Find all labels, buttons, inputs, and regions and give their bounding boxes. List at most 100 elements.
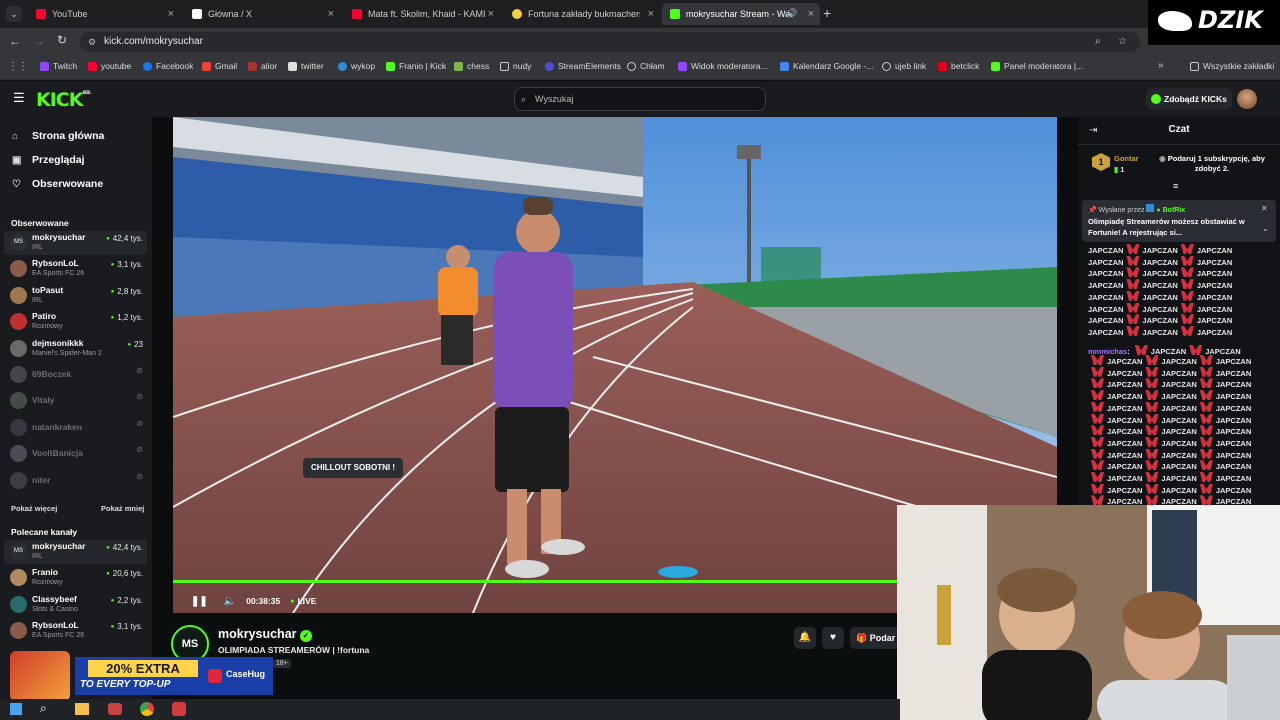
taskbar-search-icon[interactable]: ⌕ [40,701,47,716]
gift-sub-prompt[interactable]: ◉ Podaruj 1 subskrypcję, aby zdobyć 2. [1148,154,1276,174]
bookmark-item[interactable]: Chłam [627,61,665,71]
sidebar-channel-franio[interactable]: FranioRozmowy 20,6 tys. [4,566,147,590]
browser-tab-active[interactable]: mokrysuchar Stream - Wat 🔊 × [662,3,820,25]
streamer-name[interactable]: mokrysuchar ✓ [218,627,312,642]
nav-home[interactable]: ⌂ Strona główna [12,130,104,142]
show-more-link[interactable]: Pokaż więcej [11,504,57,513]
bookmark-item[interactable]: Franio | Kick [386,61,446,71]
close-tab-icon[interactable]: × [648,8,654,20]
volume-icon[interactable]: 🔈 [224,596,236,607]
bookmark-star-icon[interactable]: ☆ [1118,32,1127,52]
menu-icon[interactable]: ☰ [13,90,25,106]
bookmark-item[interactable]: betclick [938,61,979,71]
browser-tab[interactable]: Mata ft. Skolim, Khaid - KAMIK × [344,3,500,25]
w-emote-icon [1126,267,1140,278]
chat-word: JAPCZAN [1107,427,1143,437]
chat-word: JAPCZAN [1215,485,1252,495]
bookmark-label: wykop [351,61,376,71]
bookmark-item[interactable]: chess [454,61,489,71]
get-kicks-button[interactable]: Zdobądź KICKs [1146,88,1232,110]
bookmark-item[interactable]: nudy [500,61,531,71]
url-field[interactable]: ⚙ kick.com/mokrysuchar ⌕ ☆ [80,32,1140,52]
close-tab-icon[interactable]: × [488,8,494,20]
sidebar-channel-vitaly[interactable]: Vitaly ⊘ [4,389,147,413]
kick-icon [386,61,395,71]
bookmark-item[interactable]: StreamElements [545,61,621,71]
file-explorer-icon[interactable] [75,703,89,715]
tab-label: mokrysuchar Stream - Wat [686,9,793,19]
browser-tab[interactable]: Fortuna zakłady bukmacherskie × [504,3,660,25]
kick-logo[interactable]: KICKBETA [36,89,91,111]
zoom-icon[interactable]: ⌕ [1095,32,1101,52]
nav-browse[interactable]: ▣ Przeglądaj [12,154,85,166]
w-emote-icon [1199,366,1213,377]
taskbar-app-icon[interactable] [108,703,122,715]
nav-following[interactable]: ♡ Obserwowane [12,178,103,190]
chat-word: JAPCZAN [1142,246,1178,255]
sidebar-channel-classybeef[interactable]: ClassybeefSlots & Casino 2,2 tys. [4,593,147,617]
bookmark-item[interactable]: Twitch [40,61,77,71]
sidebar-channel-natankraken[interactable]: natankraken ⊘ [4,416,147,440]
gift-leader-name[interactable]: Gontar [1114,154,1139,163]
bookmark-item[interactable]: ujeb link [882,61,926,71]
bookmark-item[interactable]: wykop [338,61,375,71]
back-icon[interactable]: ← [9,34,21,48]
sidebar-channel-rybsonlol[interactable]: RybsonLoLEA Sports FC 26 3,1 tys. [4,619,147,643]
bookmark-item[interactable]: youtube [88,61,131,71]
show-less-link[interactable]: Pokaż mniej [101,504,144,513]
speaker-icon[interactable]: 🔊 [786,8,797,19]
casehug-ad-banner[interactable]: 20% EXTRA TO EVERY TOP-UP CaseHug [10,651,273,701]
apps-icon[interactable]: ⋮⋮ [8,61,28,72]
chat-word: JAPCZAN [1196,257,1233,267]
w-emote-icon [1199,460,1213,471]
new-tab-icon[interactable]: + [823,5,831,21]
sidebar-channel-69boczek[interactable]: 69Boczek ⊘ [4,363,147,387]
more-bookmarks-icon[interactable]: » [1158,60,1164,71]
sidebar-channel-niter[interactable]: niter ⊘ [4,469,147,493]
bookmark-item[interactable]: Gmail [202,61,237,71]
chrome-icon[interactable] [140,702,154,716]
browser-tab-bar: ⌄ YouTube × Główna / X × Mata ft. Skolim… [0,0,1280,28]
sidebar-channel-topasut[interactable]: toPasutIRL 2,8 tys. [4,284,147,308]
sidebar-channel-mokrysuchar[interactable]: MS mokrysuchar IRL 42,4 tys. [4,231,147,255]
bookmark-item[interactable]: Panel moderatora |... [991,61,1083,71]
sidebar-channel-mokrysuchar[interactable]: MS mokrysuchar IRL 42,4 tys. [4,540,147,564]
forward-icon[interactable]: → [33,34,45,48]
all-bookmarks-folder[interactable]: Wszystkie zakładki [1190,61,1274,71]
user-avatar[interactable] [1237,89,1257,109]
tab-list-icon[interactable]: ⌄ [6,6,22,22]
chat-word: JAPCZAN [1088,246,1124,255]
windows-start-icon[interactable] [10,703,22,715]
heart-icon: ♥ [830,632,836,643]
taskbar-app-icon[interactable] [172,702,186,716]
bookmark-item[interactable]: alior [248,61,277,71]
bookmark-item[interactable]: Kalendarz Google -... [780,61,873,71]
follow-heart-button[interactable]: ♥ [822,627,844,649]
channel-name: niter [32,474,51,485]
bookmark-item[interactable]: Widok moderatora... [678,61,768,71]
sidebar-channel-patiro[interactable]: PatiroRozmowy 1,2 tys. [4,310,147,334]
close-tab-icon[interactable]: × [328,8,334,20]
w-emote-icon [1091,355,1104,365]
bookmark-item[interactable]: Facebook [143,61,193,71]
close-tab-icon[interactable]: × [808,8,814,20]
pinned-message[interactable]: 📌 Wysłane przez ● BotRix Olimpiadę Strea… [1082,200,1276,242]
close-tab-icon[interactable]: × [168,8,174,20]
browser-tab[interactable]: YouTube × [28,3,180,25]
notification-bell-button[interactable]: 🔔 [794,627,816,649]
sidebar-channel-rybsonlol[interactable]: RybsonLoLEA Sports FC 26 3,1 tys. [4,257,147,281]
sidebar-channel-vooltbanicja[interactable]: VooltBanicja ⊘ [4,442,147,466]
bookmark-item[interactable]: twitter [288,61,324,71]
live-dot-icon: ● [290,597,295,605]
w-emote-icon [1180,244,1194,254]
pause-icon[interactable]: ❚❚ [191,596,208,607]
reload-icon[interactable]: ↻ [57,33,67,47]
browser-tab[interactable]: Główna / X × [184,3,340,25]
filter-icon[interactable]: ≡ [1173,181,1178,191]
wykop-icon [338,61,347,71]
expand-pinned-icon[interactable]: ⌄ [1262,224,1269,233]
site-info-icon[interactable]: ⚙ [88,32,96,52]
search-input[interactable]: ⌕ Wyszukaj [514,87,766,111]
sidebar-channel-dejmsonikkk[interactable]: dejmsonikkkMarvel's Spider-Man 2 23 [4,337,147,361]
unpin-icon[interactable]: ✕ [1261,204,1268,213]
